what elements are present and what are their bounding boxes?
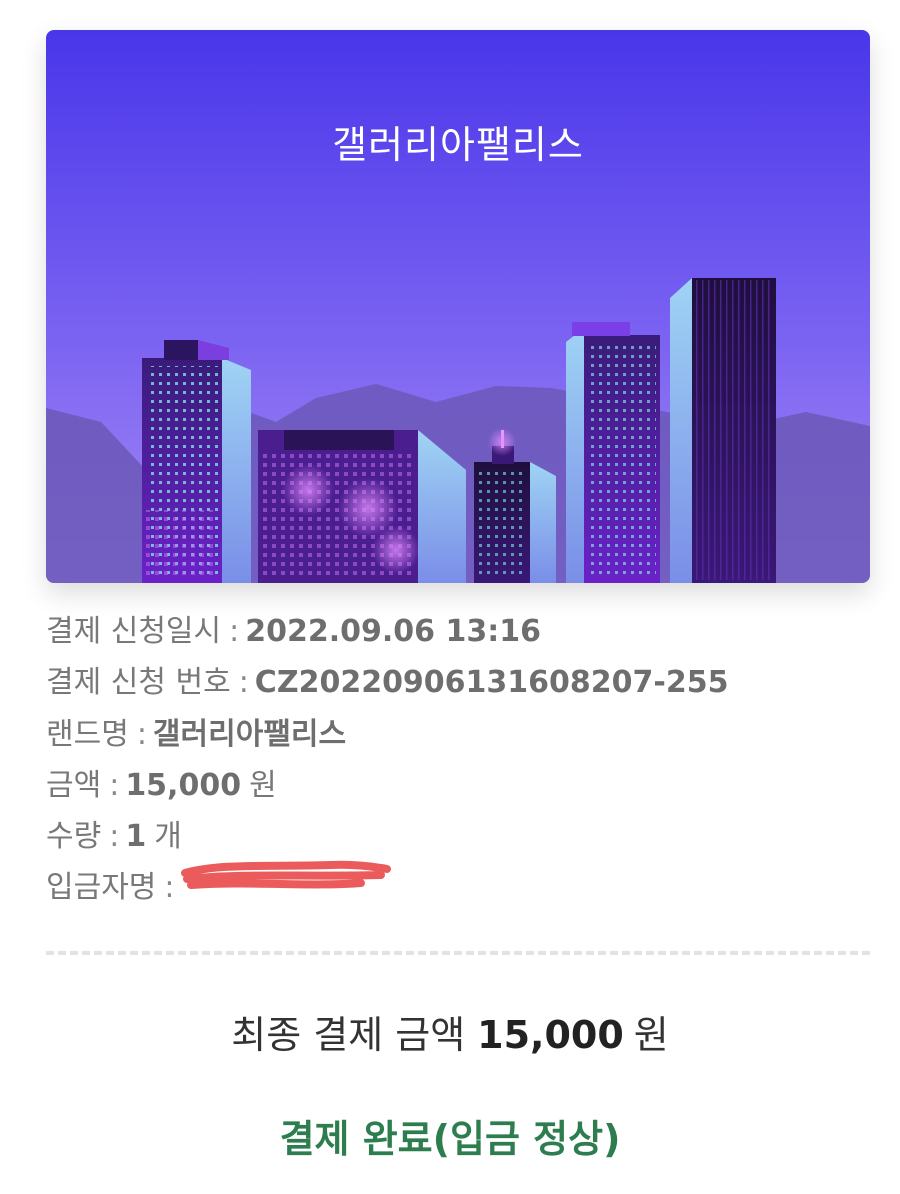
colon: : bbox=[238, 665, 249, 701]
land-name-label: 랜드명 bbox=[46, 716, 129, 752]
colon: : bbox=[164, 870, 175, 906]
colon: : bbox=[136, 716, 147, 752]
total-label: 최종 결제 금액 bbox=[231, 1013, 466, 1057]
total-value: 15,000 bbox=[477, 1013, 624, 1057]
city-skyline-illustration bbox=[46, 30, 870, 583]
land-title: 갤러리아팰리스 bbox=[332, 123, 584, 167]
quantity-label: 수량 bbox=[46, 819, 102, 855]
request-number-value: CZ20220906131608207-255 bbox=[254, 665, 729, 701]
request-datetime-value: 2022.09.06 13:16 bbox=[245, 614, 541, 649]
detail-row-depositor: 입금자명: bbox=[46, 860, 870, 913]
colon: : bbox=[109, 819, 120, 855]
quantity-unit: 개 bbox=[154, 819, 182, 855]
land-name-value: 갤러리아팰리스 bbox=[152, 716, 347, 752]
depositor-label: 입금자명 bbox=[46, 870, 157, 906]
final-payment-amount: 최종 결제 금액 15,000 원 bbox=[0, 1004, 900, 1059]
detail-row-request-datetime: 결제 신청일시:2022.09.06 13:16 bbox=[46, 606, 870, 657]
dashed-divider bbox=[46, 951, 870, 955]
amount-value: 15,000 bbox=[125, 767, 242, 803]
total-unit: 원 bbox=[633, 1013, 669, 1057]
detail-row-request-number: 결제 신청 번호: CZ20220906131608207-255 bbox=[46, 657, 870, 708]
amount-label: 금액 bbox=[46, 767, 102, 803]
quantity-value: 1 bbox=[125, 819, 147, 855]
detail-row-land-name: 랜드명: 갤러리아팰리스 bbox=[46, 709, 870, 760]
detail-row-amount: 금액:15,000 원 bbox=[46, 760, 870, 811]
colon: : bbox=[229, 614, 240, 649]
amount-unit: 원 bbox=[249, 767, 277, 803]
request-datetime-label: 결제 신청일시 bbox=[46, 614, 222, 649]
detail-row-quantity: 수량:1 개 bbox=[46, 811, 870, 862]
request-number-label: 결제 신청 번호 bbox=[46, 665, 231, 701]
payment-details: 결제 신청일시:2022.09.06 13:16 결제 신청 번호: CZ2022… bbox=[46, 606, 870, 914]
colon: : bbox=[109, 767, 120, 803]
land-banner: 갤러리아팰리스 bbox=[46, 30, 870, 583]
payment-status: 결제 완료(입금 정상) bbox=[279, 1117, 621, 1161]
redaction-scribble bbox=[180, 857, 391, 909]
